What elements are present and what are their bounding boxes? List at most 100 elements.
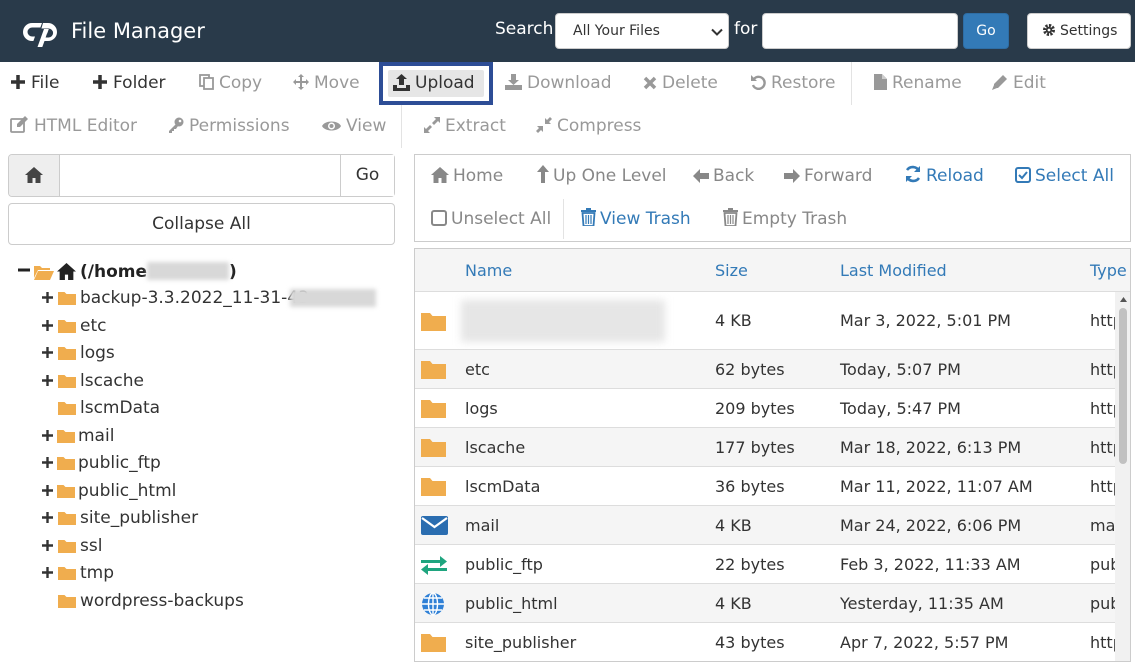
folder-icon: [421, 399, 446, 422]
plus-icon[interactable]: [42, 457, 53, 468]
move-button[interactable]: Move: [293, 62, 360, 105]
permissions-button[interactable]: Permissions: [168, 105, 290, 148]
file-name: public_html: [465, 594, 558, 613]
download-button[interactable]: Download: [505, 62, 612, 105]
path-go-button[interactable]: Go: [340, 155, 394, 196]
select-all-button[interactable]: Select All: [1015, 155, 1114, 198]
move-label: Move: [314, 73, 360, 93]
compress-button[interactable]: Compress: [536, 105, 641, 148]
table-row[interactable]: site_publisher 43 bytes Apr 7, 2022, 5:57 …: [415, 623, 1123, 661]
path-input[interactable]: [61, 155, 339, 196]
search-input[interactable]: [762, 13, 958, 49]
tree-item-label: ssl: [80, 535, 103, 556]
extract-label: Extract: [445, 116, 506, 136]
table-row[interactable]: public_ftp 22 bytes Feb 3, 2022, 11:33 AM p…: [415, 545, 1120, 584]
file-last-modified: Mar 18, 2022, 6:13 PM: [840, 438, 1022, 457]
transfer-arrows-icon: [421, 555, 447, 579]
unselect-all-button[interactable]: Unselect All: [431, 198, 551, 241]
plus-icon[interactable]: [42, 374, 53, 386]
new-folder-button[interactable]: Folder: [92, 62, 166, 105]
compress-icon: [536, 117, 552, 133]
up-one-level-button[interactable]: Up One Level: [537, 155, 667, 198]
pencil-icon: [992, 75, 1007, 90]
table-row[interactable]: mail 4 KB Mar 24, 2022, 6:06 PM ma: [415, 506, 1115, 545]
file-last-modified: Today, 5:47 PM: [840, 399, 961, 418]
plus-icon[interactable]: [42, 319, 53, 331]
arrow-left-icon: [693, 169, 709, 183]
copy-button[interactable]: Copy: [199, 62, 262, 105]
column-header-name[interactable]: Name: [465, 249, 512, 292]
table-row[interactable]: 4 KB Mar 3, 2022, 5:01 PM http: [415, 292, 1123, 350]
view-trash-label: View Trash: [600, 209, 691, 229]
table-row[interactable]: logs 209 bytes Today, 5:47 PM http: [415, 389, 1123, 428]
globe-icon: [421, 591, 445, 620]
tree-item-label: etc: [80, 315, 107, 336]
home-button[interactable]: [9, 155, 60, 196]
settings-button[interactable]: Settings: [1027, 13, 1131, 49]
plus-icon[interactable]: [42, 539, 53, 551]
plus-icon[interactable]: [42, 512, 53, 523]
table-row[interactable]: lscache 177 bytes Mar 18, 2022, 6:13 PM htt…: [415, 428, 1123, 467]
column-header-type[interactable]: Type: [1090, 249, 1127, 292]
delete-button[interactable]: Delete: [643, 62, 718, 105]
upload-button[interactable]: Upload: [379, 62, 493, 105]
tree-item-label: site_publisher: [80, 508, 199, 528]
column-header-size[interactable]: Size: [715, 249, 748, 292]
search-scope-select[interactable]: All Your Files: [555, 13, 729, 49]
toolbar-separator: [401, 105, 402, 148]
back-button[interactable]: Back: [693, 155, 754, 198]
mail-icon: [421, 516, 448, 539]
column-header-last-modified[interactable]: Last Modified: [840, 249, 947, 292]
collapse-all-button[interactable]: Collapse All: [8, 203, 395, 245]
x-icon: [643, 76, 657, 90]
checkbox-checked-icon: [1015, 167, 1031, 183]
table-scrollbar[interactable]: [1115, 292, 1130, 661]
table-row[interactable]: public_html 4 KB Yesterday, 11:35 AM pub: [415, 584, 1120, 623]
key-icon: [169, 117, 184, 133]
scrollbar-thumb[interactable]: [1119, 308, 1127, 464]
plus-icon[interactable]: [42, 567, 53, 578]
plus-icon[interactable]: [42, 347, 53, 358]
plus-icon[interactable]: [42, 429, 53, 441]
select-all-label: Select All: [1035, 166, 1114, 186]
eye-icon: [322, 121, 341, 131]
table-row[interactable]: etc 62 bytes Today, 5:07 PM http: [415, 350, 1123, 389]
view-button[interactable]: View: [322, 105, 386, 148]
permissions-label: Permissions: [189, 116, 290, 136]
folder-icon: [58, 567, 76, 580]
empty-trash-button[interactable]: Empty Trash: [723, 198, 847, 241]
new-folder-label: Folder: [113, 73, 166, 93]
path-navigation: Go: [8, 154, 395, 197]
new-file-button[interactable]: File: [10, 62, 59, 105]
file-size: 209 bytes: [715, 399, 795, 418]
plus-icon[interactable]: [42, 292, 53, 303]
nav-home-button[interactable]: Home: [431, 155, 503, 198]
empty-trash-label: Empty Trash: [742, 209, 848, 229]
file-name: public_ftp: [465, 555, 543, 574]
back-label: Back: [713, 166, 755, 186]
table-row[interactable]: lscmData 36 bytes Mar 11, 2022, 11:07 AM ht…: [415, 467, 1123, 506]
nav-separator: [563, 199, 564, 239]
tree-item-label: tmp: [80, 563, 115, 583]
search-go-button[interactable]: Go: [963, 13, 1009, 49]
plus-icon[interactable]: [42, 484, 53, 496]
file-last-modified: Yesterday, 11:35 AM: [840, 594, 1004, 613]
tree-root[interactable]: (/home): [18, 260, 237, 284]
edit-button[interactable]: Edit: [992, 62, 1046, 105]
settings-label: Settings: [1060, 23, 1118, 39]
restore-button[interactable]: Restore: [750, 62, 836, 105]
file-last-modified: Today, 5:07 PM: [840, 360, 961, 379]
view-trash-button[interactable]: View Trash: [581, 198, 691, 241]
checkbox-empty-icon: [431, 210, 447, 226]
forward-button[interactable]: Forward: [784, 155, 872, 198]
trash-icon: [723, 208, 738, 227]
extract-button[interactable]: Extract: [424, 105, 506, 148]
toolbar-row-1: File Folder Copy Move Download Delete Re…: [0, 62, 1135, 105]
reload-button[interactable]: Reload: [904, 155, 984, 198]
home-icon: [57, 263, 76, 280]
html-editor-button[interactable]: HTML Editor: [10, 105, 137, 148]
tree-item-label: mail: [78, 425, 115, 446]
plus-icon: [93, 75, 107, 89]
tree-root-close: ): [229, 262, 237, 282]
rename-button[interactable]: Rename: [874, 62, 962, 105]
